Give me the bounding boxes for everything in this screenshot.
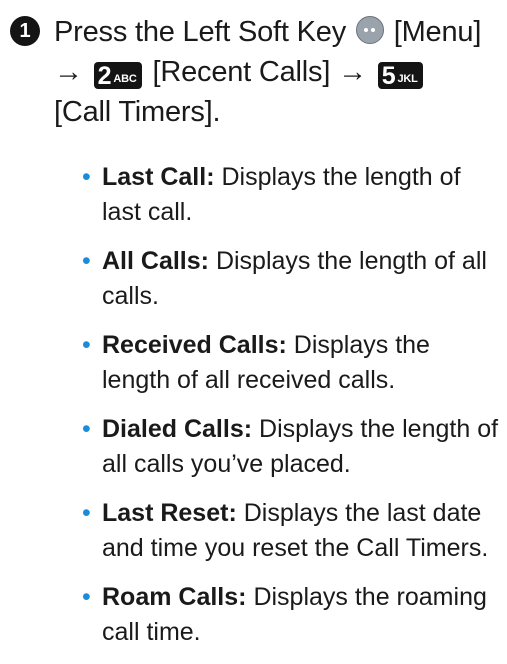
- item-term: Last Call:: [102, 163, 215, 191]
- item-term: All Calls:: [102, 247, 209, 275]
- item-term: Last Reset:: [102, 499, 237, 527]
- key-letters: ABC: [113, 73, 137, 85]
- list-item-all-calls: • All Calls: Displays the length of all c…: [82, 244, 500, 314]
- item-term: Roam Calls:: [102, 583, 247, 611]
- list-item-dialed-calls: • Dialed Calls: Displays the length of al…: [82, 412, 500, 482]
- bullet-icon: •: [82, 499, 91, 527]
- list-item-roam-calls: • Roam Calls: Displays the roaming call t…: [82, 580, 500, 650]
- step-instruction: Press the Left Soft Key [Menu] → 2 ABC [R…: [54, 12, 500, 132]
- item-term: Dialed Calls:: [102, 415, 253, 443]
- item-term: Received Calls:: [102, 331, 287, 359]
- arrow-icon: →: [338, 56, 367, 88]
- list-item-last-reset: • Last Reset: Displays the last date and …: [82, 496, 500, 566]
- arrow-icon: →: [54, 56, 83, 88]
- left-soft-key-icon: [355, 16, 384, 44]
- list-item-received-calls: • Received Calls: Displays the length of …: [82, 328, 500, 398]
- key-5-jkl-icon: 5 JKL: [377, 62, 423, 90]
- bullet-icon: •: [82, 163, 91, 191]
- step-text-call-timers: [Call Timers].: [54, 96, 221, 128]
- key-letters: JKL: [397, 73, 418, 85]
- bullet-icon: •: [82, 583, 91, 611]
- step-text-press: Press the Left Soft Key: [54, 16, 346, 48]
- instruction-page: 1 Press the Left Soft Key [Menu] → 2 ABC …: [0, 0, 507, 646]
- key-digit: 5: [381, 62, 396, 90]
- bullet-icon: •: [82, 415, 91, 443]
- call-timer-options-list: • Last Call: Displays the length of last …: [82, 160, 500, 664]
- list-item-last-call: • Last Call: Displays the length of last …: [82, 160, 500, 230]
- bullet-icon: •: [82, 247, 91, 275]
- step-text-recent-calls: [Recent Calls]: [152, 56, 331, 88]
- key-digit: 2: [97, 62, 112, 90]
- key-2-abc-icon: 2 ABC: [93, 62, 142, 90]
- step-1: 1 Press the Left Soft Key [Menu] → 2 ABC …: [10, 12, 500, 132]
- step-text-menu: [Menu]: [393, 16, 482, 48]
- step-number-badge: 1: [10, 16, 40, 46]
- bullet-icon: •: [82, 331, 91, 359]
